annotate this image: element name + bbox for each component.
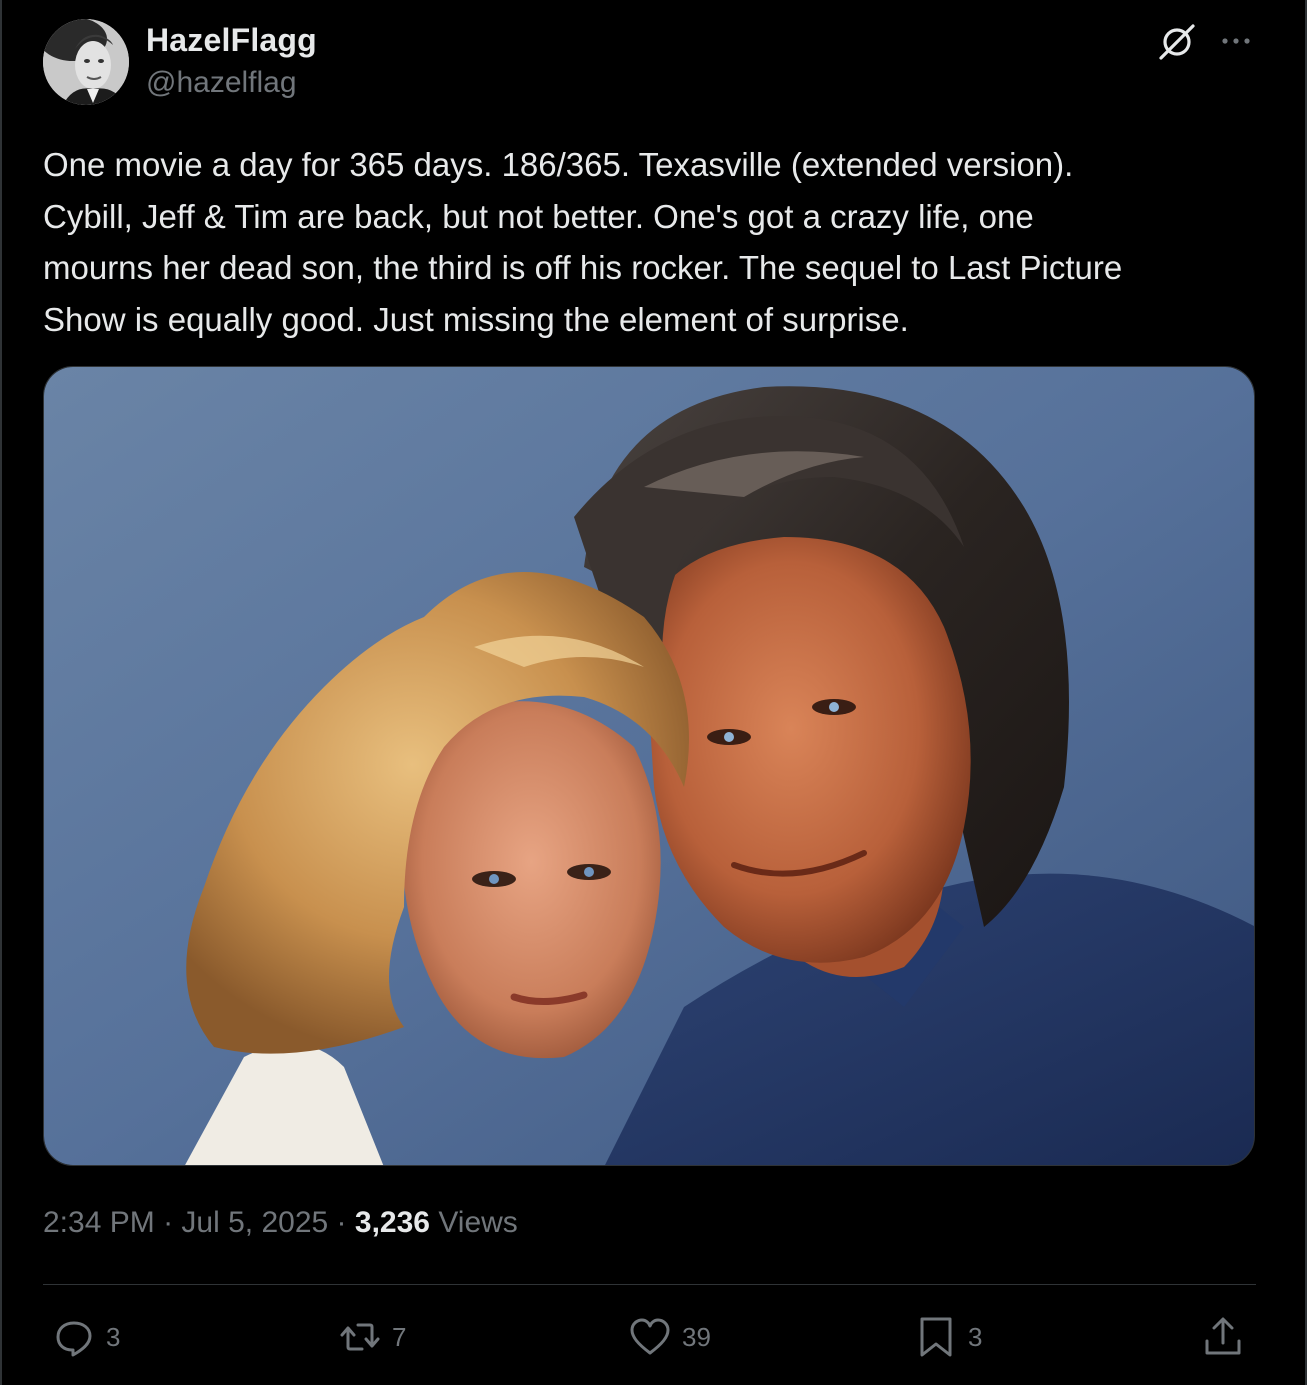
tweet-date[interactable]: Jul 5, 2025 — [181, 1206, 328, 1239]
avatar-photo — [43, 19, 129, 105]
share-icon — [1201, 1315, 1245, 1359]
repost-button[interactable]: 7 — [338, 1314, 406, 1360]
meta-separator: · — [336, 1206, 347, 1239]
reply-icon — [52, 1315, 96, 1359]
bookmark-count: 3 — [968, 1321, 983, 1352]
divider — [43, 1284, 1256, 1285]
reply-count: 3 — [106, 1321, 121, 1352]
bookmark-button[interactable]: 3 — [914, 1314, 982, 1360]
tweet-photo[interactable] — [43, 366, 1255, 1166]
views-label: Views — [438, 1206, 518, 1239]
more-icon[interactable] — [1219, 24, 1253, 58]
views-count: 3,236 — [354, 1206, 430, 1239]
tweet-text: One movie a day for 365 days. 186/365. T… — [43, 146, 1123, 338]
repost-count: 7 — [392, 1321, 407, 1352]
reply-button[interactable]: 3 — [52, 1314, 120, 1360]
meta-separator: · — [163, 1206, 174, 1239]
author-display-name[interactable]: HazelFlagg — [146, 22, 317, 59]
repost-icon — [338, 1315, 382, 1359]
tweet-time[interactable]: 2:34 PM — [43, 1206, 155, 1239]
share-button[interactable] — [1201, 1314, 1245, 1360]
grok-icon[interactable] — [1157, 22, 1197, 62]
like-count: 39 — [682, 1321, 711, 1352]
heart-icon — [628, 1315, 672, 1359]
tweet-meta: 2:34 PM · Jul 5, 2025 · 3,236 Views — [43, 1206, 518, 1240]
bookmark-icon — [914, 1315, 958, 1359]
photo-two-people — [44, 367, 1254, 1165]
avatar[interactable] — [43, 19, 129, 105]
author-handle[interactable]: @hazelflag — [146, 66, 297, 100]
like-button[interactable]: 39 — [628, 1314, 711, 1360]
